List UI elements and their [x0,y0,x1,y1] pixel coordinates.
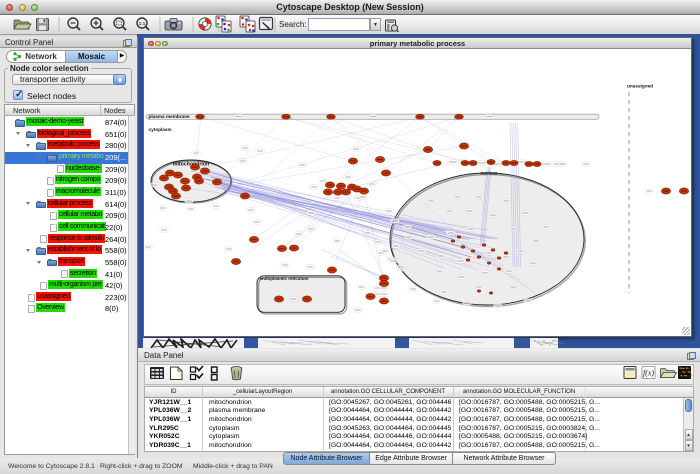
svg-text:1:1: 1:1 [139,21,146,26]
svg-text:endoplasmic reticulum: endoplasmic reticulum [260,276,309,281]
svg-text:unassigned: unassigned [627,84,653,89]
svg-text:nucleus: nucleus [480,171,498,176]
svg-text:cytoplasm: cytoplasm [149,127,172,132]
svg-text:f(x): f(x) [643,369,654,378]
svg-text:plasma membrane: plasma membrane [149,114,191,119]
